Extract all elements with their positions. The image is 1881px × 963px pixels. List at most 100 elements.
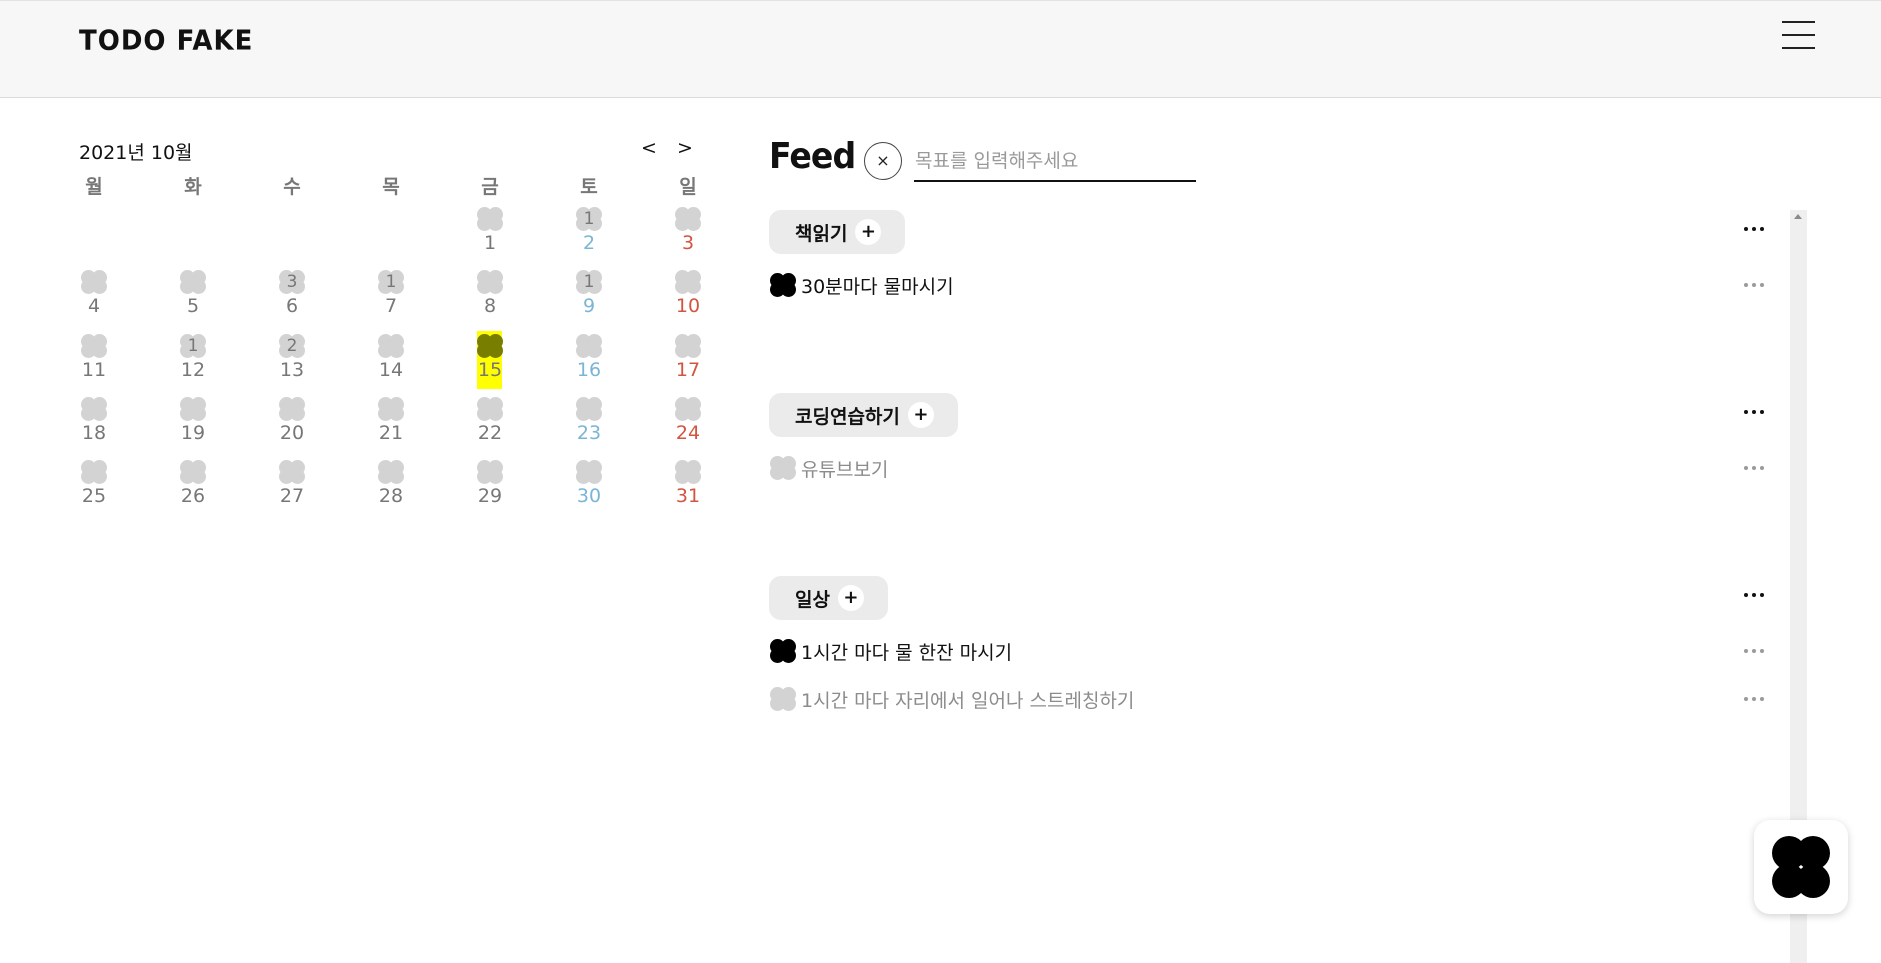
calendar-day[interactable]: 19 [163, 396, 223, 454]
clover-check-icon[interactable] [769, 455, 797, 481]
clover-check-icon[interactable] [769, 638, 797, 664]
calendar-day[interactable]: 5 [163, 269, 223, 327]
weekday-label: 월 [85, 176, 103, 198]
day-number: 29 [477, 485, 503, 507]
clover-icon [674, 269, 702, 295]
weekday-label: 일 [679, 176, 697, 198]
calendar-day[interactable]: 19 [559, 269, 619, 327]
calendar-day[interactable]: 24 [658, 396, 718, 454]
calendar-day[interactable]: 21 [361, 396, 421, 454]
next-month-button[interactable]: > [677, 137, 693, 159]
add-todo-plus-icon[interactable]: + [837, 585, 864, 611]
clover-icon: 1 [179, 333, 207, 359]
category-more-icon[interactable] [1744, 223, 1768, 235]
day-number: 26 [180, 485, 206, 507]
todo-item: 1시간 마다 자리에서 일어나 스트레칭하기 [769, 684, 1134, 714]
day-number: 27 [279, 485, 305, 507]
calendar-day[interactable]: 22 [460, 396, 520, 454]
calendar-day[interactable]: 29 [460, 459, 520, 517]
clover-icon [278, 396, 306, 422]
calendar-day[interactable]: 17 [658, 333, 718, 391]
todo-more-icon[interactable] [1744, 279, 1768, 291]
app-logo[interactable]: TODO FAKE [79, 25, 253, 57]
day-number: 2 [582, 232, 596, 254]
clover-icon [80, 396, 108, 422]
calendar-day[interactable]: 26 [163, 459, 223, 517]
category-more-icon[interactable] [1744, 589, 1768, 601]
todo-more-icon[interactable] [1744, 462, 1768, 474]
calendar-day[interactable]: 3 [658, 206, 718, 264]
calendar-day[interactable]: 1 [460, 206, 520, 264]
todo-item: 유튜브보기 [769, 453, 888, 483]
day-number: 21 [378, 422, 404, 444]
clover-check-icon[interactable] [769, 272, 797, 298]
day-number: 13 [279, 359, 305, 381]
todo-more-icon[interactable] [1744, 645, 1768, 657]
clover-icon [179, 459, 207, 485]
calendar-day[interactable]: 16 [559, 333, 619, 391]
add-todo-plus-icon[interactable]: + [855, 219, 882, 245]
day-number: 25 [81, 485, 107, 507]
weekday-label: 수 [283, 176, 301, 198]
calendar-day[interactable]: 15 [460, 331, 520, 391]
clover-icon [80, 459, 108, 485]
calendar-day[interactable]: 8 [460, 269, 520, 327]
todo-text: 30분마다 물마시기 [801, 275, 954, 298]
day-number: 28 [378, 485, 404, 507]
clover-icon [377, 396, 405, 422]
calendar-day[interactable]: 36 [262, 269, 322, 327]
category-more-icon[interactable] [1744, 406, 1768, 418]
calendar-day[interactable]: 30 [559, 459, 619, 517]
calendar-day[interactable]: 4 [64, 269, 124, 327]
category-tag[interactable]: 일상 + [769, 576, 888, 620]
todo-more-icon[interactable] [1744, 693, 1768, 705]
calendar-day[interactable]: 25 [64, 459, 124, 517]
clover-icon [575, 459, 603, 485]
clover-icon [674, 333, 702, 359]
calendar-day[interactable]: 14 [361, 333, 421, 391]
clover-icon [377, 459, 405, 485]
todo-text: 1시간 마다 자리에서 일어나 스트레칭하기 [801, 689, 1135, 712]
calendar-day[interactable]: 17 [361, 269, 421, 327]
day-number: 17 [675, 359, 701, 381]
day-todo-count: 2 [286, 336, 298, 356]
category-tag[interactable]: 책읽기 + [769, 210, 906, 254]
calendar-day[interactable]: 31 [658, 459, 718, 517]
scroll-up-arrow-icon[interactable] [1794, 214, 1802, 219]
day-number: 11 [81, 359, 107, 381]
clover-icon [476, 206, 504, 232]
hamburger-menu-icon[interactable] [1782, 19, 1815, 49]
clover-fab-button[interactable] [1754, 820, 1848, 914]
clover-icon [80, 333, 108, 359]
clover-check-icon[interactable] [769, 686, 797, 712]
calendar-day[interactable]: 12 [559, 206, 619, 264]
day-number: 19 [180, 422, 206, 444]
calendar-day[interactable]: 23 [559, 396, 619, 454]
weekday-label: 화 [184, 176, 202, 198]
prev-month-button[interactable]: < [641, 137, 657, 159]
day-number: 3 [681, 232, 695, 254]
calendar-day[interactable]: 20 [262, 396, 322, 454]
calendar-day[interactable]: 27 [262, 459, 322, 517]
add-todo-plus-icon[interactable]: + [907, 402, 934, 428]
day-number: 1 [483, 232, 497, 254]
clover-icon [674, 206, 702, 232]
weekday-label: 토 [580, 176, 598, 198]
calendar-day[interactable]: 1 12 [163, 333, 223, 391]
calendar-day[interactable]: 18 [64, 396, 124, 454]
calendar-day[interactable]: 2 13 [262, 333, 322, 391]
todo-text: 유튜브보기 [801, 458, 889, 481]
calendar-day[interactable]: 11 [64, 333, 124, 391]
goal-input[interactable] [914, 142, 1196, 182]
category-tag[interactable]: 코딩연습하기 + [769, 393, 958, 437]
calendar-day[interactable]: 28 [361, 459, 421, 517]
clover-icon [377, 333, 405, 359]
day-number: 8 [483, 295, 497, 317]
clover-icon [278, 459, 306, 485]
day-todo-count: 1 [583, 209, 595, 229]
calendar-day[interactable]: 10 [658, 269, 718, 327]
close-icon[interactable]: × [864, 142, 902, 180]
day-number: 6 [285, 295, 299, 317]
category-label: 코딩연습하기 [795, 405, 900, 428]
day-number: 23 [576, 422, 602, 444]
